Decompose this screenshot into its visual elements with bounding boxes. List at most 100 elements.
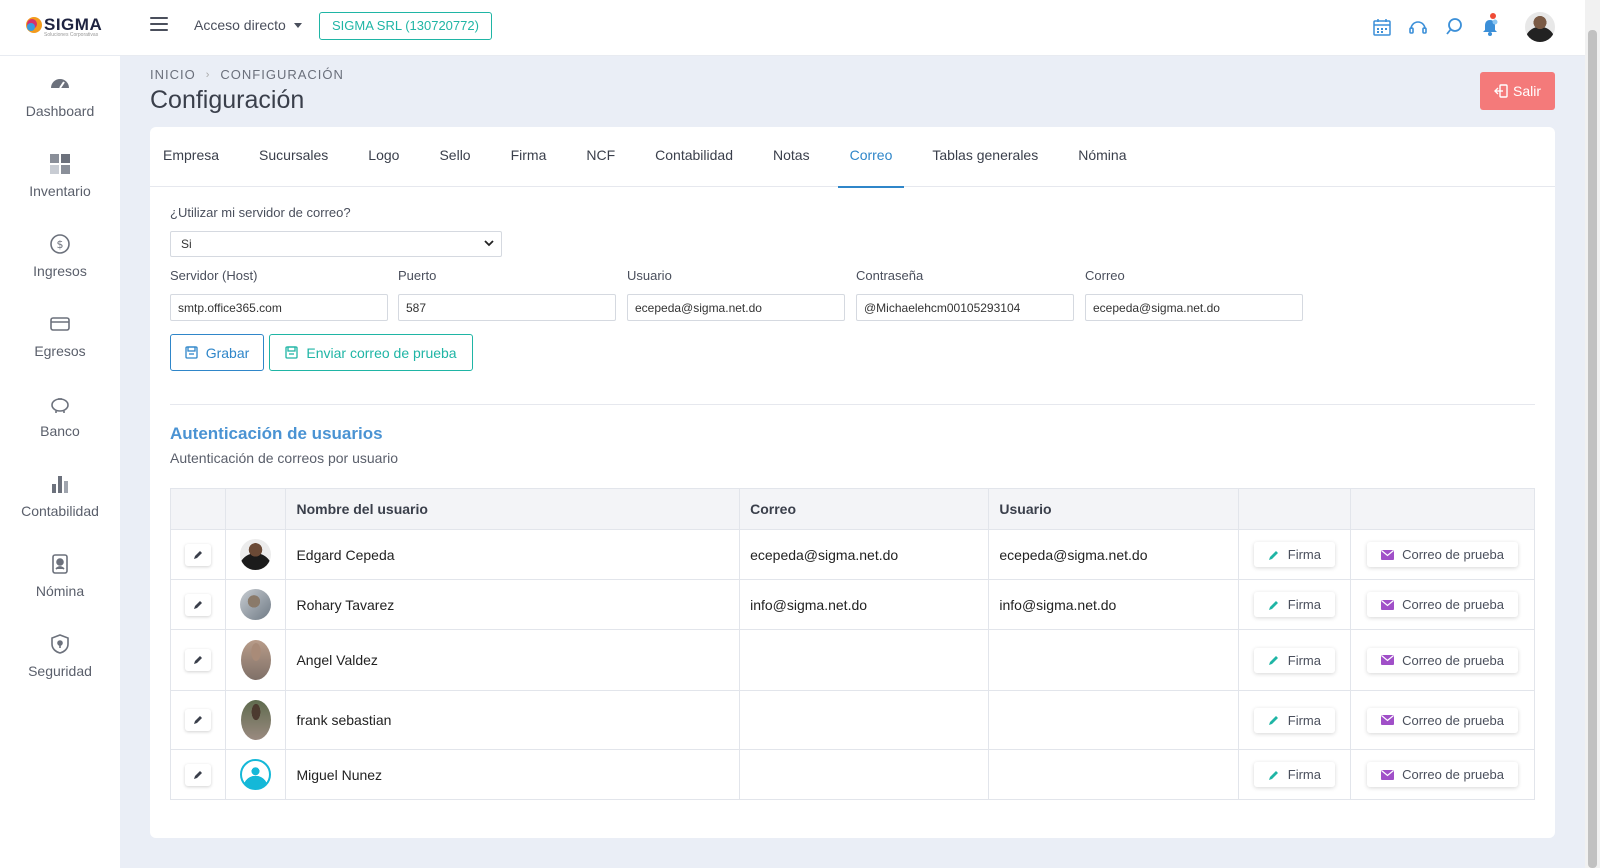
- menu-toggle-icon[interactable]: [150, 17, 168, 33]
- tab-contabilidad[interactable]: Contabilidad: [635, 127, 753, 187]
- user-login-cell: [988, 690, 1239, 750]
- column-header-email: Correo: [739, 488, 990, 530]
- user-avatar[interactable]: [1525, 12, 1555, 42]
- port-label: Puerto: [398, 268, 437, 283]
- breadcrumb: INICIO › CONFIGURACIÓN: [150, 67, 344, 82]
- column-header-user: Usuario: [988, 488, 1239, 530]
- sign-label: Firma: [1287, 547, 1321, 562]
- tab-sello[interactable]: Sello: [419, 127, 490, 187]
- table-row: Rohary Tavarez info@sigma.net.do info@sigm…: [169, 579, 1535, 630]
- save-label: Grabar: [205, 344, 250, 361]
- sign-button[interactable]: Firma: [1253, 647, 1335, 673]
- dashboard-gauge-icon: [49, 73, 71, 95]
- exit-button[interactable]: Salir: [1480, 72, 1555, 110]
- password-input[interactable]: @Michaelehcm00105293104: [856, 294, 1074, 321]
- sign-button[interactable]: Firma: [1253, 542, 1335, 567]
- user-login-cell: [988, 629, 1239, 691]
- edit-button[interactable]: [185, 763, 212, 786]
- sidebar-item-banco[interactable]: Banco: [0, 376, 120, 456]
- id-badge-icon: [49, 553, 71, 575]
- sign-button[interactable]: Firma: [1253, 707, 1335, 733]
- use-server-select[interactable]: Si: [170, 231, 502, 257]
- column-header-edit: [169, 488, 227, 530]
- sign-button[interactable]: Firma: [1253, 762, 1335, 787]
- table-header-row: Nombre del usuario Correo Usuario: [169, 488, 1535, 530]
- test-mail-button[interactable]: Correo de prueba: [1367, 707, 1518, 733]
- sidebar-item-dashboard[interactable]: Dashboard: [0, 56, 120, 136]
- shortcut-dropdown[interactable]: Acceso directo: [194, 17, 302, 33]
- top-icons: [1363, 12, 1555, 42]
- table-row: Angel Valdez Firma Correo de prueba: [169, 629, 1535, 691]
- send-test-mail-button[interactable]: Enviar correo de prueba: [269, 334, 473, 371]
- notification-dot: [1490, 13, 1496, 19]
- app-logo[interactable]: SIGMA Soluciones Corporativas: [24, 12, 102, 38]
- piggy-bank-icon: [49, 393, 71, 415]
- email-label: Correo: [1085, 268, 1125, 283]
- shortcut-label: Acceso directo: [194, 17, 286, 33]
- user-name-cell: Edgard Cepeda: [285, 529, 741, 580]
- sidebar-item-inventario[interactable]: Inventario: [0, 136, 120, 216]
- tab-logo[interactable]: Logo: [348, 127, 419, 187]
- user-login-cell: [988, 749, 1239, 800]
- test-mail-cell: Correo de prueba: [1350, 749, 1535, 800]
- sidebar-item-label: Egresos: [34, 343, 86, 359]
- user-input[interactable]: ecepeda@sigma.net.do: [627, 294, 845, 321]
- envelope-icon: [1381, 715, 1395, 725]
- sidebar-item-label: Dashboard: [25, 103, 95, 119]
- sidebar-item-contabilidad[interactable]: Contabilidad: [0, 456, 120, 536]
- sign-cell: Firma: [1237, 579, 1352, 630]
- sidebar-item-nomina[interactable]: Nómina: [0, 536, 120, 616]
- company-selector-button[interactable]: SIGMA SRL (130720772): [319, 12, 492, 40]
- breadcrumb-home[interactable]: INICIO: [150, 67, 196, 82]
- pencil-icon: [1268, 769, 1280, 781]
- sidebar-item-egresos[interactable]: Egresos: [0, 296, 120, 376]
- sidebar-item-seguridad[interactable]: Seguridad: [0, 616, 120, 696]
- auth-section-title: Autenticación de usuarios: [170, 424, 383, 443]
- avatar-cell: [225, 629, 287, 691]
- settings-card: Empresa Sucursales Logo Sello Firma NCF …: [150, 127, 1555, 838]
- search-icon[interactable]: [1437, 12, 1471, 42]
- tab-sucursales[interactable]: Sucursales: [239, 127, 348, 187]
- tab-tablas-generales[interactable]: Tablas generales: [912, 127, 1058, 187]
- chevron-down-icon: [484, 240, 494, 247]
- tab-correo[interactable]: Correo: [830, 127, 913, 188]
- tab-empresa[interactable]: Empresa: [163, 127, 239, 187]
- email-input[interactable]: ecepeda@sigma.net.do: [1085, 294, 1303, 321]
- page-scrollbar[interactable]: [1585, 0, 1600, 868]
- save-disk-icon: [285, 346, 299, 359]
- user-email-cell: ecepeda@sigma.net.do: [739, 529, 990, 580]
- headset-support-icon[interactable]: [1401, 12, 1435, 42]
- edit-button[interactable]: [185, 543, 212, 566]
- tab-ncf[interactable]: NCF: [566, 127, 635, 187]
- user-name-cell: frank sebastian: [285, 690, 741, 750]
- sign-label: Firma: [1287, 652, 1321, 668]
- test-mail-button[interactable]: Correo de prueba: [1367, 762, 1518, 787]
- edit-button[interactable]: [185, 709, 212, 731]
- sidebar-item-ingresos[interactable]: $ Ingresos: [0, 216, 120, 296]
- user-email-cell: [739, 690, 990, 750]
- save-button[interactable]: Grabar: [170, 334, 264, 371]
- calendar-icon[interactable]: [1365, 12, 1399, 42]
- edit-button[interactable]: [185, 593, 212, 616]
- tab-nomina[interactable]: Nómina: [1058, 127, 1146, 187]
- tab-firma[interactable]: Firma: [491, 127, 567, 187]
- pencil-icon: [194, 600, 203, 609]
- bar-chart-icon: [49, 473, 71, 495]
- envelope-icon: [1381, 599, 1395, 610]
- host-label: Servidor (Host): [170, 268, 258, 283]
- envelope-icon: [1381, 769, 1395, 780]
- dollar-coin-icon: $: [49, 233, 71, 255]
- test-mail-button[interactable]: Correo de prueba: [1367, 647, 1518, 673]
- port-input[interactable]: 587: [398, 294, 616, 321]
- host-input[interactable]: smtp.office365.com: [170, 294, 388, 321]
- tab-notas[interactable]: Notas: [753, 127, 830, 187]
- sign-button[interactable]: Firma: [1253, 592, 1335, 617]
- user-name-cell: Angel Valdez: [285, 629, 741, 691]
- envelope-icon: [1381, 655, 1395, 665]
- scrollbar-thumb[interactable]: [1588, 30, 1597, 868]
- test-mail-button[interactable]: Correo de prueba: [1367, 592, 1518, 617]
- edit-cell: [169, 579, 227, 630]
- edit-button[interactable]: [185, 649, 212, 671]
- notification-bell-icon[interactable]: [1473, 12, 1507, 42]
- test-mail-button[interactable]: Correo de prueba: [1367, 542, 1518, 567]
